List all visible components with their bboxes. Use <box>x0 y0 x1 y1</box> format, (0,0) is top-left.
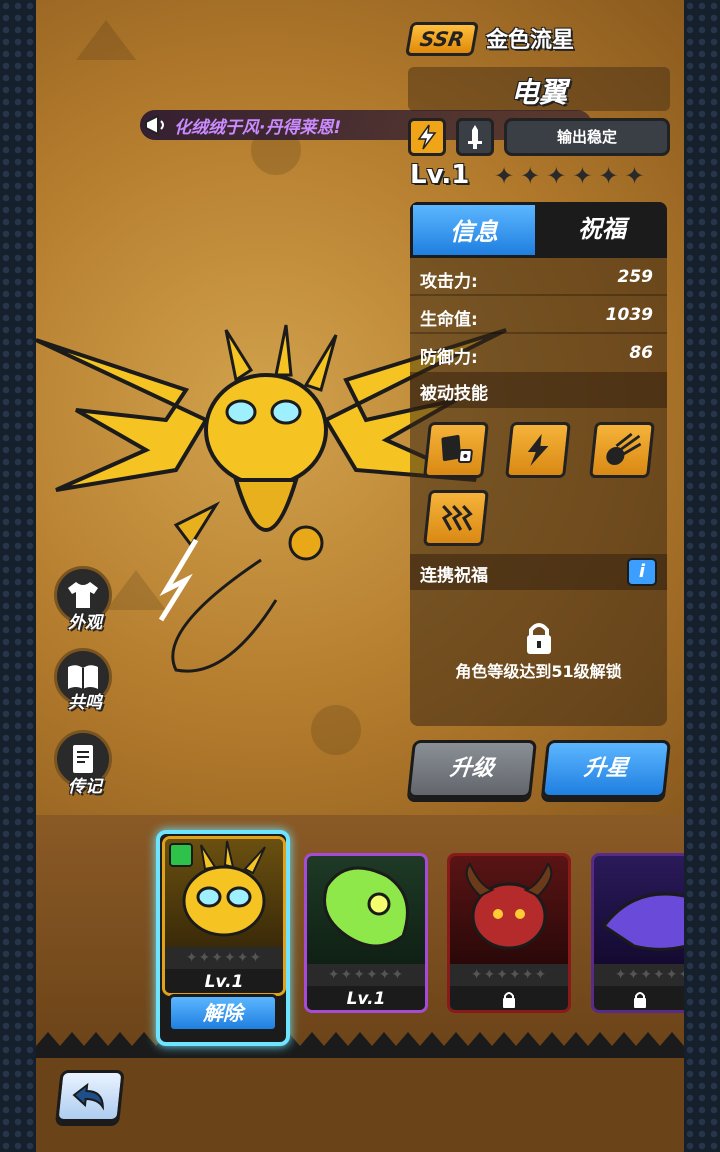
biography-label: 传记 <box>68 777 102 797</box>
green-ghost-portrait <box>307 856 425 964</box>
triple-lightning-icon[interactable] <box>423 490 489 546</box>
card-level: Lv.1 <box>307 986 425 1010</box>
stat-value: 1039 <box>605 305 653 325</box>
hero-info-panel: 信息 祝福 攻击力: 259 生命值: 1039 防御力: 86 被动技能 连携… <box>410 202 667 726</box>
star-icon: ✦ <box>546 162 567 190</box>
meteor-icon[interactable] <box>589 422 655 478</box>
right-border-pattern <box>684 0 720 1152</box>
book-icon <box>68 665 98 689</box>
roster-card-selected[interactable]: ✦✦✦✦✦✦ Lv.1 <box>162 836 286 996</box>
stat-value: 259 <box>617 267 654 287</box>
stat-label: 防御力: <box>420 348 478 368</box>
hero-subtitle: 金色流星 <box>486 28 575 53</box>
spike-divider <box>36 1032 684 1060</box>
stat-value: 86 <box>629 343 653 363</box>
card-lock <box>450 986 568 1010</box>
stat-label: 攻击力: <box>420 272 478 292</box>
star-icon: ✦ <box>494 162 515 190</box>
footer-bar <box>36 1058 684 1152</box>
cards-dice-icon[interactable] <box>423 422 489 478</box>
bg-watermark-icon <box>311 705 361 755</box>
back-arrow-icon <box>72 1082 104 1111</box>
stat-label: 生命值: <box>420 310 478 330</box>
card-lock <box>594 986 684 1010</box>
passive-skills-header: 被动技能 <box>410 372 667 408</box>
red-demon-portrait <box>450 856 568 964</box>
hero-level: Lv.1 <box>410 160 470 190</box>
release-button[interactable]: 解除 <box>168 994 278 1032</box>
shirt-icon <box>68 582 98 608</box>
class-sword-icon[interactable] <box>456 118 494 156</box>
star-up-button[interactable]: 升星 <box>540 740 672 798</box>
card-level: Lv.1 <box>165 969 283 993</box>
star-rating: ✦ ✦ ✦ ✦ ✦ ✦ <box>494 164 645 188</box>
link-bless-info-button[interactable]: i <box>627 558 657 586</box>
lightning-burst-icon[interactable] <box>505 422 571 478</box>
tab-bless[interactable]: 祝福 <box>538 202 666 258</box>
element-electric-icon[interactable] <box>408 118 446 156</box>
left-border-pattern <box>0 0 36 1152</box>
role-tag[interactable]: 输出稳定 <box>504 118 670 156</box>
star-icon: ✦ <box>572 162 593 190</box>
appearance-label: 外观 <box>68 613 102 633</box>
announcement-text: 化绒绒于风·丹得莱恩! <box>174 118 342 138</box>
roster-card[interactable]: ✦✦✦✦✦✦ Lv.1 <box>304 853 428 1013</box>
hero-name-plate: 电翼 <box>408 67 670 111</box>
purple-dragon-portrait <box>594 856 684 964</box>
megaphone-icon <box>140 110 174 140</box>
lock-icon <box>634 992 646 1008</box>
lock-icon <box>524 620 554 660</box>
card-stars: ✦✦✦✦✦✦ <box>165 947 283 969</box>
panel-tabs: 信息 祝福 <box>410 202 667 258</box>
star-icon: ✦ <box>624 162 645 190</box>
link-bless-header: 连携祝福 i <box>410 554 667 590</box>
stat-row-attack: 攻击力: 259 <box>410 260 667 296</box>
resonance-label: 共鸣 <box>68 693 102 713</box>
card-stars: ✦✦✦✦✦✦ <box>594 964 684 986</box>
hero-name: 电翼 <box>510 76 567 109</box>
link-bless-locked-text: 角色等级达到51级解锁 <box>455 662 622 681</box>
rarity-badge: SSR <box>405 22 479 56</box>
tab-info[interactable]: 信息 <box>410 202 538 258</box>
roster-card-locked[interactable]: ✦✦✦✦✦✦ <box>591 853 684 1013</box>
roster-card-locked[interactable]: ✦✦✦✦✦✦ <box>447 853 571 1013</box>
stat-row-hp: 生命值: 1039 <box>410 298 667 334</box>
star-icon: ✦ <box>598 162 619 190</box>
journal-icon <box>73 745 93 773</box>
lock-icon <box>503 992 515 1008</box>
link-bless-title: 连携祝福 <box>420 566 488 586</box>
equipped-badge-icon <box>169 843 193 867</box>
star-icon: ✦ <box>520 162 541 190</box>
bg-watermark-icon <box>76 20 136 60</box>
card-stars: ✦✦✦✦✦✦ <box>307 964 425 986</box>
stat-row-defense: 防御力: 86 <box>410 336 667 372</box>
card-stars: ✦✦✦✦✦✦ <box>450 964 568 986</box>
upgrade-button[interactable]: 升级 <box>406 740 538 798</box>
back-button[interactable] <box>55 1070 125 1122</box>
